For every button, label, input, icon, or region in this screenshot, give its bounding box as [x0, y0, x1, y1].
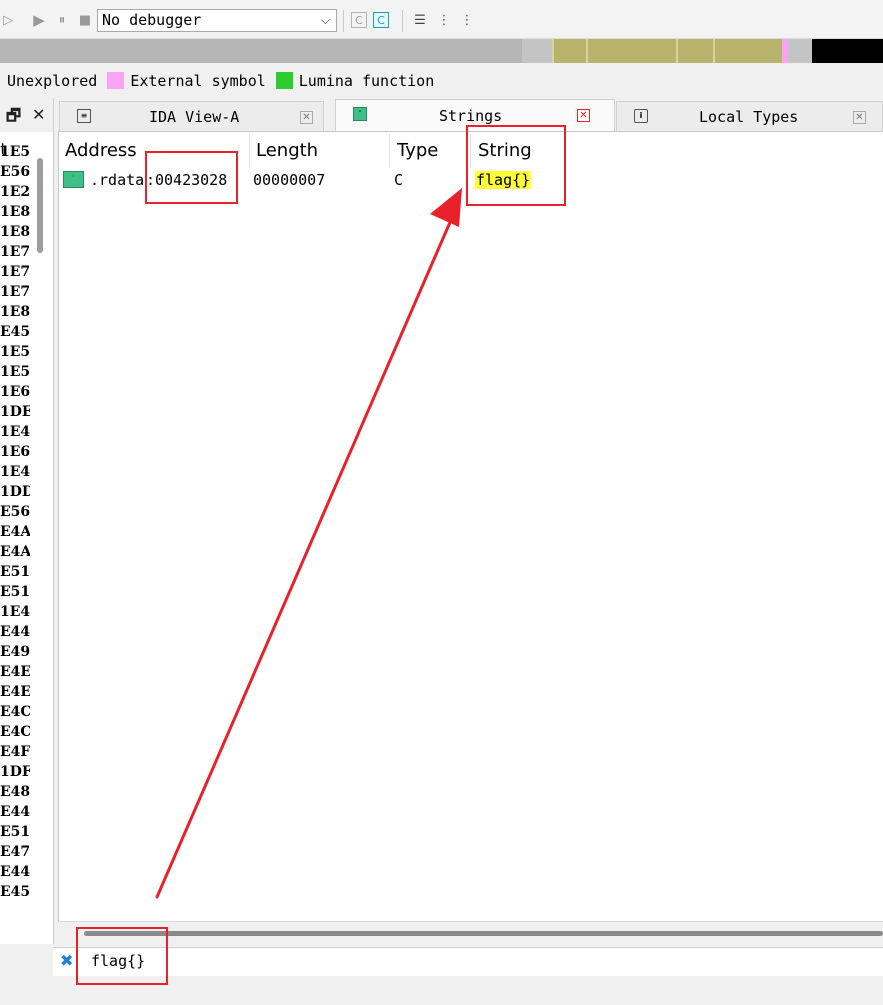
- legend-swatch-external: [107, 72, 125, 89]
- list-item[interactable]: E45: [0, 322, 30, 342]
- trace-icon[interactable]: ⋮: [436, 12, 452, 28]
- debugger-toolbar: ▷ ▶ ⏸ ■ No debugger ⌵ C C ☰ ⋮ ⋮: [0, 0, 883, 39]
- list-item[interactable]: E51: [0, 562, 30, 582]
- navband-segment: [788, 39, 812, 63]
- list-item[interactable]: E4E: [0, 682, 30, 702]
- cell-segment: .rdata: [90, 171, 145, 189]
- chevron-down-icon: ⌵: [320, 13, 330, 27]
- annotation-box-string: [466, 125, 566, 206]
- column-header-address[interactable]: Address: [65, 140, 137, 168]
- legend-label-lumina: Lumina function: [298, 72, 435, 90]
- close-tab-icon[interactable]: ✕: [300, 111, 313, 124]
- close-icon[interactable]: ✕: [32, 105, 45, 124]
- column-header-length[interactable]: Length: [256, 140, 318, 168]
- start-process-icon[interactable]: ▶: [31, 11, 47, 29]
- list-item[interactable]: E44: [0, 802, 30, 822]
- list-item[interactable]: 1E7: [0, 242, 30, 262]
- tab-label: IDA View-A: [149, 108, 240, 126]
- list-item[interactable]: E4C: [0, 702, 30, 722]
- list-item[interactable]: E48: [0, 782, 30, 802]
- list-item[interactable]: 1E6: [0, 442, 30, 462]
- strings-icon: ": [353, 107, 367, 121]
- list-item[interactable]: E4A: [0, 522, 30, 542]
- list-item[interactable]: E51: [0, 822, 30, 842]
- functions-list[interactable]: 1E5 E56 1E2 1E8 1E8 1E7 1E7 1E7 1E8 E45 1E5 1E5 1E6 1…: [0, 142, 30, 922]
- list-item[interactable]: 1E4: [0, 422, 30, 442]
- decompile-icon[interactable]: C: [351, 12, 367, 28]
- horizontal-scrollbar[interactable]: [84, 931, 883, 936]
- list-item[interactable]: 1E7: [0, 262, 30, 282]
- list-item[interactable]: E44: [0, 622, 30, 642]
- step-icon[interactable]: ▷: [0, 12, 16, 28]
- tab-label: Local Types: [699, 108, 799, 126]
- list-item[interactable]: 1E8: [0, 202, 30, 222]
- list-item[interactable]: 1E5: [0, 342, 30, 362]
- list-item[interactable]: 1E2: [0, 182, 30, 202]
- navband-segment: [713, 39, 715, 63]
- column-header-type[interactable]: Type: [397, 140, 438, 168]
- list-item[interactable]: 1DF: [0, 762, 30, 782]
- list-item[interactable]: 1E7: [0, 282, 30, 302]
- toolbar-separator: [343, 10, 344, 32]
- list-item[interactable]: 1DE: [0, 402, 30, 422]
- list-item[interactable]: E51: [0, 582, 30, 602]
- list-item[interactable]: 1E6: [0, 382, 30, 402]
- terminate-process-icon[interactable]: ■: [77, 12, 93, 28]
- list-item[interactable]: E4F: [0, 742, 30, 762]
- list-item[interactable]: E45: [0, 882, 30, 902]
- list-item[interactable]: 1E8: [0, 222, 30, 242]
- list-item[interactable]: E47: [0, 842, 30, 862]
- list-item[interactable]: E49: [0, 642, 30, 662]
- navband-legend: Unexplored External symbol Lumina function: [0, 70, 434, 92]
- column-separator[interactable]: [249, 134, 250, 168]
- float-window-icon[interactable]: 🗗: [6, 105, 21, 132]
- decompile-active-icon[interactable]: C: [373, 12, 389, 28]
- navband-segment: [586, 39, 588, 63]
- column-separator[interactable]: [389, 134, 390, 168]
- strings-window: [58, 131, 883, 921]
- list-item[interactable]: 1E4: [0, 462, 30, 482]
- navband-segment: [522, 39, 552, 63]
- tab-ida-view-a[interactable]: ≡ IDA View-A ✕: [59, 101, 324, 131]
- list-item[interactable]: 1E4: [0, 602, 30, 622]
- close-tab-icon[interactable]: ✕: [853, 111, 866, 124]
- list-item[interactable]: E56: [0, 502, 30, 522]
- list-item[interactable]: 1DD: [0, 482, 30, 502]
- tab-local-types[interactable]: i Local Types ✕: [616, 101, 883, 131]
- list-item[interactable]: E4C: [0, 722, 30, 742]
- cell-type: C: [394, 171, 404, 189]
- filter-bar: [53, 947, 883, 977]
- function-trace-icon[interactable]: ⋮: [459, 12, 475, 28]
- tab-label: Strings: [439, 107, 503, 125]
- debugger-select-value: No debugger: [102, 11, 202, 29]
- list-item[interactable]: E4E: [0, 662, 30, 682]
- string-item-icon: ": [63, 171, 84, 188]
- pause-process-icon[interactable]: ⏸: [54, 12, 70, 28]
- functions-scrollbar[interactable]: [37, 158, 43, 253]
- cell-length: 00000007: [253, 171, 326, 189]
- list-item[interactable]: E44: [0, 862, 30, 882]
- close-tab-icon[interactable]: ✕: [577, 109, 590, 122]
- debugger-select[interactable]: No debugger ⌵: [97, 9, 337, 32]
- annotation-box-filter: [76, 927, 168, 985]
- info-icon: i: [634, 109, 648, 123]
- navband-segment: [676, 39, 678, 63]
- breakpoint-list-icon[interactable]: ☰: [412, 12, 428, 28]
- listing-icon: ≡: [77, 109, 91, 123]
- list-item[interactable]: E56: [0, 162, 30, 182]
- legend-swatch-lumina: [275, 72, 293, 89]
- list-item[interactable]: 1E5: [0, 142, 30, 162]
- list-item[interactable]: 1E8: [0, 302, 30, 322]
- annotation-box-address: [145, 151, 238, 204]
- list-item[interactable]: E4A: [0, 542, 30, 562]
- legend-label-unexplored: Unexplored: [7, 72, 98, 90]
- navigation-band[interactable]: [0, 39, 883, 63]
- navband-segment: [812, 39, 883, 63]
- toolbar-separator: [402, 10, 403, 32]
- navband-segment: [552, 39, 554, 63]
- list-item[interactable]: 1E5: [0, 362, 30, 382]
- legend-label-external: External symbol: [130, 72, 266, 90]
- clear-filter-icon[interactable]: ✖: [60, 951, 73, 970]
